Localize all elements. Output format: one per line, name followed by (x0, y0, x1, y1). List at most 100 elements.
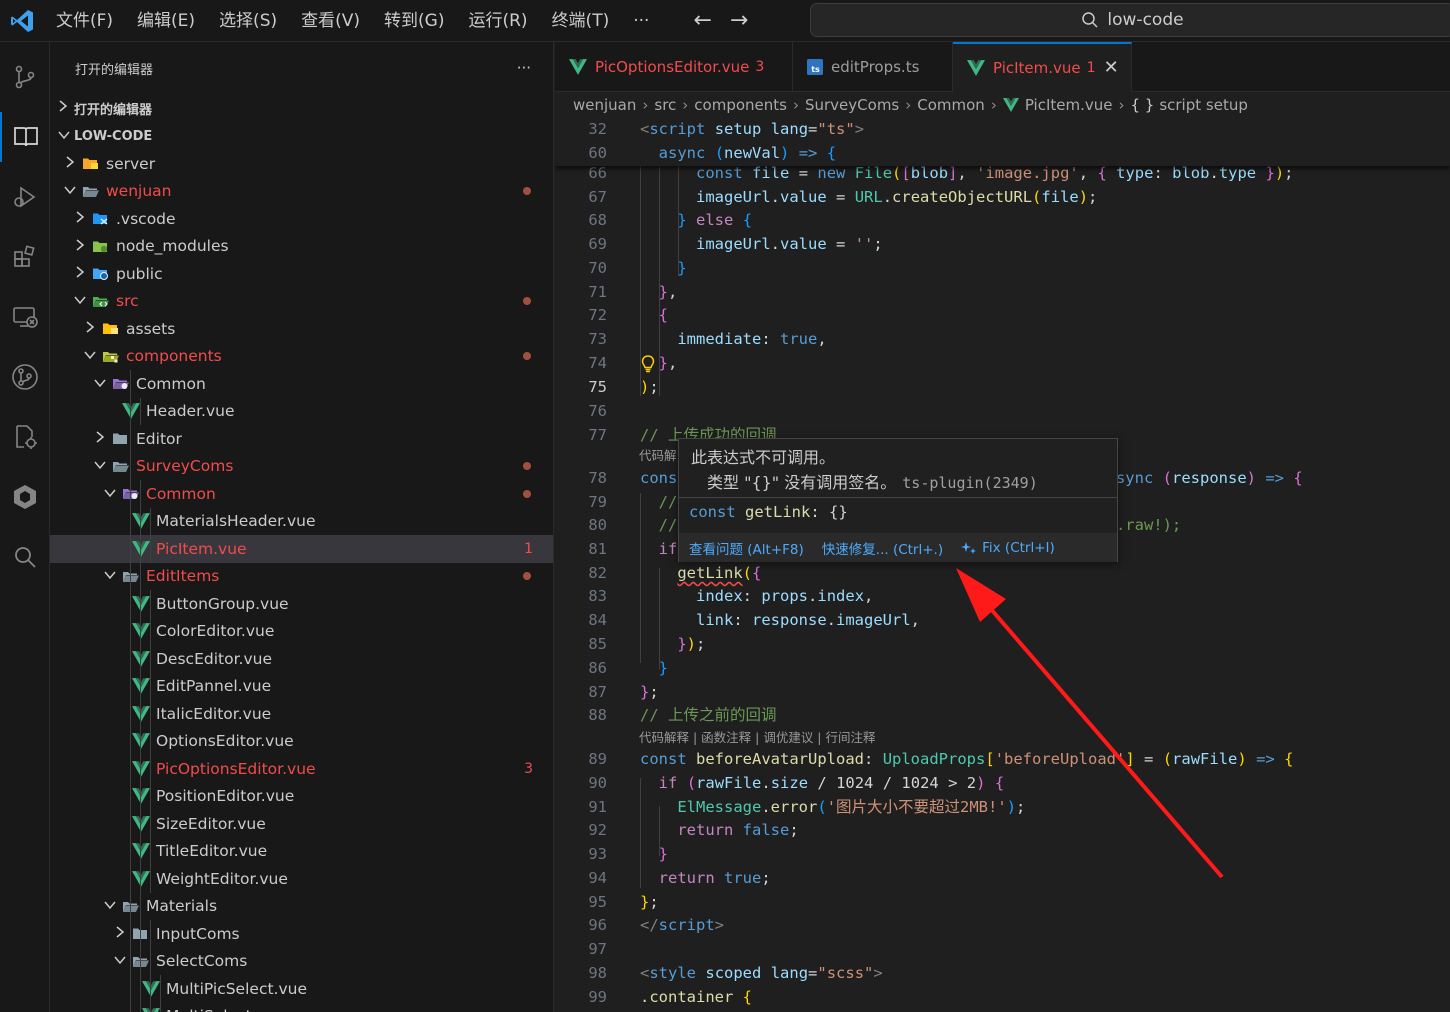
menu-more-button[interactable]: ··· (621, 0, 661, 42)
editor-tab[interactable]: ts editProps.ts (793, 42, 953, 92)
error-hover-widget[interactable]: 此表达式不可调用。 类型 "{}" 没有调用签名。 ts-plugin(2349)… (678, 438, 1118, 562)
line-number: 96 (588, 916, 607, 934)
breadcrumb-item[interactable]: src (654, 96, 676, 114)
tree-file[interactable]: Header.vue (50, 397, 553, 425)
breadcrumb-item[interactable]: PicItem.vue (1025, 96, 1113, 114)
tree-folder[interactable]: components (50, 343, 553, 371)
menu-item[interactable]: 选择(S) (207, 0, 289, 42)
code-line: } (658, 659, 669, 677)
tree-file[interactable]: MultiPicSelect.vue (50, 975, 553, 1003)
codegeex-icon[interactable] (0, 472, 50, 522)
breadcrumb-item[interactable]: script setup (1159, 96, 1248, 114)
tree-file[interactable]: EditPannel.vue (50, 672, 553, 700)
tree-folder[interactable]: wenjuan (50, 178, 553, 206)
quick-fix-link[interactable]: 快速修复... (Ctrl+.) (822, 538, 943, 558)
command-center-search[interactable]: low-code (810, 3, 1450, 37)
search-sidebar-icon[interactable] (0, 532, 50, 582)
tree-file[interactable]: PicItem.vue 1 (50, 535, 553, 563)
codelens[interactable]: 代码解 (639, 446, 677, 466)
tree-file[interactable]: MaterialsHeader.vue (50, 507, 553, 535)
tree-folder[interactable]: InputComs (50, 920, 553, 948)
close-icon[interactable]: ✕ (1104, 57, 1119, 78)
tree-file[interactable]: WeightEditor.vue (50, 865, 553, 893)
remote-explorer-icon[interactable] (0, 292, 50, 342)
line-number: 77 (588, 426, 607, 444)
hover-error-source[interactable]: ts-plugin(2349) (902, 474, 1037, 492)
typescript-file-icon: ts (807, 59, 823, 75)
node-folder-icon (92, 238, 110, 254)
tree-folder[interactable]: EditItems (50, 562, 553, 590)
modified-dot-icon (523, 572, 531, 581)
tree-indent-guide (150, 920, 151, 948)
editor-tab[interactable]: PicItem.vue 1 ✕ (953, 42, 1132, 92)
tree-file[interactable]: ColorEditor.vue (50, 617, 553, 645)
source-control-icon[interactable] (0, 52, 50, 102)
vue-file-icon (132, 870, 150, 887)
menu-item[interactable]: 转到(G) (372, 0, 456, 42)
tree-indent-guide (130, 645, 131, 673)
tree-folder[interactable]: assets (50, 315, 553, 343)
forward-arrow-icon[interactable]: → (730, 8, 748, 33)
tree-file[interactable]: PicOptionsEditor.vue 3 (50, 755, 553, 783)
tree-folder[interactable]: SelectComs (50, 947, 553, 975)
breadcrumb-item[interactable]: components (694, 96, 787, 114)
menu-item[interactable]: 文件(F) (44, 0, 125, 42)
modified-dot-icon (523, 297, 531, 306)
tree-file[interactable]: ItalicEditor.vue (50, 700, 553, 728)
tree-folder[interactable]: Editor (50, 425, 553, 453)
common-folder-icon (112, 376, 130, 392)
open-editors-section[interactable]: 打开的编辑器 (50, 94, 553, 122)
chevron-right-icon: › (1118, 96, 1125, 114)
tree-folder[interactable]: Common (50, 480, 553, 508)
codelens[interactable]: 代码解释 | 函数注释 | 调优建议 | 行间注释 (639, 728, 875, 748)
lightbulb-icon[interactable] (641, 354, 655, 374)
tree-file[interactable]: ButtonGroup.vue (50, 590, 553, 618)
explorer-icon[interactable] (0, 112, 50, 162)
tree-indent-guide (150, 727, 151, 755)
tree-file[interactable]: SizeEditor.vue (50, 810, 553, 838)
tree-folder[interactable]: public (50, 260, 553, 288)
menu-item[interactable]: 编辑(E) (125, 0, 207, 42)
sidebar-more-button[interactable]: ··· (517, 59, 531, 77)
run-debug-icon[interactable] (0, 172, 50, 222)
tree-folder[interactable]: node_modules (50, 233, 553, 261)
tree-indent-guide (140, 700, 141, 728)
tree-folder[interactable]: Common (50, 370, 553, 398)
breadcrumb-item[interactable]: Common (917, 96, 985, 114)
sticky-scroll[interactable]: 32 <script setup lang="ts"> 60 async (new… (555, 118, 1450, 166)
breadcrumb-item[interactable]: SurveyComs (805, 96, 899, 114)
back-arrow-icon[interactable]: ← (693, 8, 711, 33)
tree-file[interactable]: OptionsEditor.vue (50, 727, 553, 755)
tree-file[interactable]: DescEditor.vue (50, 645, 553, 673)
project-section[interactable]: LOW-CODE (50, 122, 553, 150)
chevron-right-icon (62, 156, 78, 171)
menu-item[interactable]: 运行(R) (456, 0, 539, 42)
breadcrumb-item[interactable]: wenjuan (573, 96, 636, 114)
tree-indent-guide (160, 1002, 161, 1012)
menu-item[interactable]: 查看(V) (289, 0, 372, 42)
tree-file[interactable]: MultiSelect.vue (50, 1002, 553, 1012)
tree-indent-guide (130, 617, 131, 645)
tree-folder[interactable]: .vscode (50, 205, 553, 233)
view-problem-link[interactable]: 查看问题 (Alt+F8) (689, 538, 804, 558)
tree-indent-guide (140, 1002, 141, 1012)
menu-item[interactable]: 终端(T) (540, 0, 622, 42)
tree-item-label: PicOptionsEditor.vue (156, 759, 316, 778)
code-editor[interactable]: 32 <script setup lang="ts"> 60 async (new… (555, 118, 1450, 1012)
editor-tab[interactable]: PicOptionsEditor.vue 3 (555, 42, 793, 92)
tree-folder[interactable]: src (50, 288, 553, 316)
ai-fix-link[interactable]: Fix (Ctrl+I) (961, 540, 1055, 556)
tree-folder[interactable]: server (50, 150, 553, 178)
tree-file[interactable]: TitleEditor.vue (50, 837, 553, 865)
vue-file-icon (132, 843, 150, 860)
tree-indent-guide (140, 480, 141, 508)
chevron-right-icon (72, 211, 88, 226)
tree-folder[interactable]: Materials (50, 892, 553, 920)
extensions-icon[interactable] (0, 232, 50, 282)
tree-item-label: ColorEditor.vue (156, 622, 275, 641)
tree-folder[interactable]: SurveyComs (50, 452, 553, 480)
tree-file[interactable]: PositionEditor.vue (50, 782, 553, 810)
tree-indent-guide (140, 837, 141, 865)
settings-sync-icon[interactable] (0, 412, 50, 462)
git-graph-icon[interactable] (0, 352, 50, 402)
